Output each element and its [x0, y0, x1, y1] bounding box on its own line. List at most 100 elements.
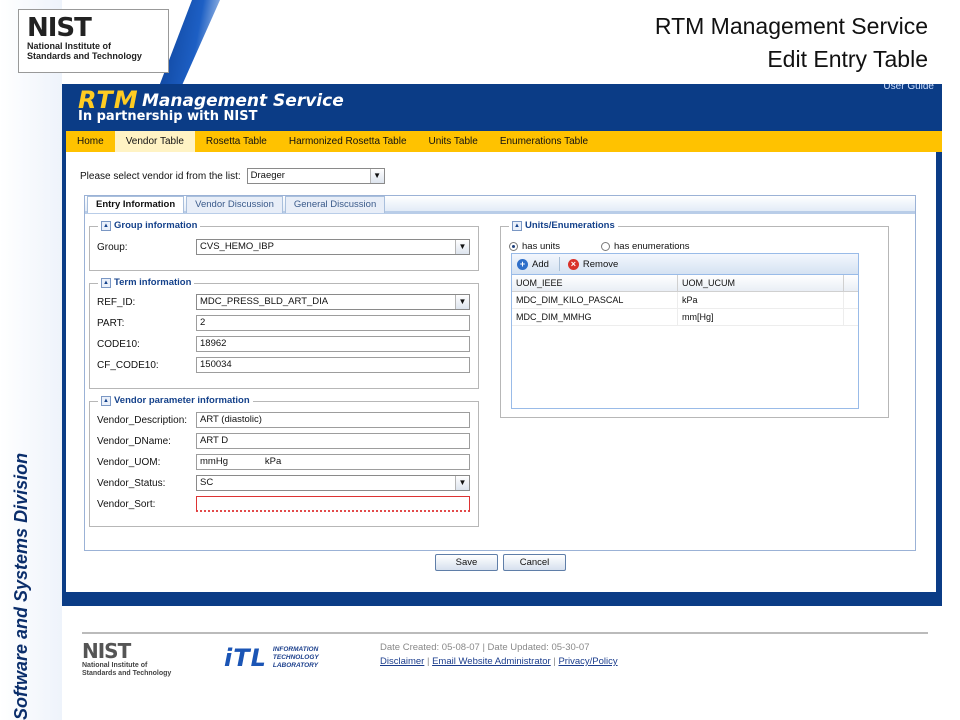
nav-rosetta-table[interactable]: Rosetta Table — [195, 131, 278, 152]
chevron-down-icon[interactable]: ▼ — [369, 169, 384, 183]
toolbar-divider — [558, 257, 560, 271]
vendor-status-value: SC — [200, 477, 214, 488]
nist-logo: NIST National Institute of Standards and… — [18, 9, 169, 73]
table-row[interactable]: MDC_DIM_KILO_PASCAL kPa — [512, 292, 858, 309]
term-info-fieldset: ▲ Term information REF_ID: MDC_PRESS_BLD… — [89, 277, 479, 389]
slide-title: RTM Management Service Edit Entry Table — [655, 10, 928, 76]
nav-harmonized-rosetta-table[interactable]: Harmonized Rosetta Table — [278, 131, 418, 152]
side-division-label: Software and Systems Division — [11, 452, 31, 720]
form-tabs: Entry Information Vendor Discussion Gene… — [85, 196, 915, 214]
remove-button-label: Remove — [582, 258, 619, 270]
vendor-description-input[interactable]: ART (diastolic) — [196, 412, 470, 428]
units-fieldset: ▲ Units/Enumerations has units has enume… — [500, 220, 889, 418]
radio-unselected-icon[interactable] — [601, 242, 610, 251]
vendor-select-row: Please select vendor id from the list: D… — [80, 168, 385, 184]
vendor-param-fieldset: ▲ Vendor parameter information Vendor_De… — [89, 395, 479, 527]
collapse-icon[interactable]: ▲ — [101, 220, 111, 231]
vendor-select-label: Please select vendor id from the list: — [80, 170, 241, 182]
ref-id-select[interactable]: MDC_PRESS_BLD_ART_DIA ▼ — [196, 294, 470, 310]
nav-enumerations-table[interactable]: Enumerations Table — [489, 131, 599, 152]
code10-label: CODE10: — [97, 339, 140, 350]
footer-links: Disclaimer | Email Website Administrator… — [380, 656, 618, 667]
units-legend: ▲ Units/Enumerations — [509, 220, 618, 231]
footer-nist-sub2: Standards and Technology — [82, 670, 172, 677]
part-input[interactable]: 2 — [196, 315, 470, 331]
vendor-description-label: Vendor_Description: — [97, 415, 188, 426]
cf-code10-label: CF_CODE10: — [97, 360, 159, 371]
column-header-uom-ieee[interactable]: UOM_IEEE — [512, 275, 678, 291]
slide-title-line1: RTM Management Service — [654, 13, 928, 39]
radio-selected-icon[interactable] — [509, 242, 518, 251]
group-select[interactable]: CVS_HEMO_IBP ▼ — [196, 239, 470, 255]
app-screenshot: RTM Management Service In partnership wi… — [62, 84, 942, 704]
chevron-down-icon[interactable]: ▼ — [455, 240, 469, 254]
nav-units-table[interactable]: Units Table — [418, 131, 489, 152]
tab-entry-information[interactable]: Entry Information — [87, 196, 185, 213]
app-footer: NIST National Institute of Standards and… — [62, 606, 942, 704]
radio-has-enumerations[interactable]: has enumerations — [601, 241, 690, 252]
vendor-dname-input[interactable]: ART D — [196, 433, 470, 449]
add-icon: + — [517, 258, 528, 270]
vendor-select[interactable]: Draeger ▼ — [246, 168, 385, 184]
main-nav: Home Vendor Table Rosetta Table Harmoniz… — [66, 131, 942, 152]
radio-has-units-label: has units — [522, 241, 561, 252]
disclaimer-link[interactable]: Disclaimer — [380, 656, 424, 667]
add-button-label: Add — [532, 258, 549, 270]
banner-management-service: Management Service — [142, 91, 344, 111]
units-grid-toolbar: + Add × Remove — [512, 254, 858, 275]
code10-input[interactable]: 18962 — [196, 336, 470, 352]
itl-text: INFORMATION TECHNOLOGY LABORATORY — [273, 646, 319, 670]
collapse-icon[interactable]: ▲ — [101, 395, 111, 406]
itl-line2: TECHNOLOGY — [272, 654, 319, 661]
remove-icon: × — [567, 258, 579, 270]
nist-logo-sub2: Standards and Technology — [27, 51, 142, 61]
nist-logo-sub1: National Institute of — [27, 41, 111, 51]
itl-line3: LABORATORY — [272, 662, 319, 669]
email-admin-link[interactable]: Email Website Administrator — [432, 656, 551, 667]
privacy-policy-link[interactable]: Privacy/Policy — [558, 656, 617, 667]
nav-vendor-table[interactable]: Vendor Table — [114, 131, 195, 152]
cell-uom-ucum: mm[Hg] — [678, 309, 844, 325]
table-row[interactable]: MDC_DIM_MMHG mm[Hg] — [512, 309, 858, 326]
user-guide-link[interactable]: User Guide — [883, 84, 934, 92]
footer-nist-word: NIST — [82, 639, 131, 663]
add-button[interactable]: + Add — [517, 258, 549, 270]
cancel-button[interactable]: Cancel — [503, 554, 566, 571]
nav-home[interactable]: Home — [66, 131, 115, 152]
part-label: PART: — [97, 318, 125, 329]
cell-uom-ieee: MDC_DIM_MMHG — [512, 309, 678, 325]
banner-partner: In partnership with NIST — [78, 109, 258, 124]
slide-title-line2: Edit Entry Table — [767, 46, 928, 72]
vendor-uom-label: Vendor_UOM: — [97, 457, 161, 468]
units-title: Units/Enumerations — [525, 220, 615, 231]
units-grid: + Add × Remove UOM_IEEE UOM_UCUM MDC_DIM… — [511, 253, 859, 409]
vendor-dname-label: Vendor_DName: — [97, 436, 171, 447]
itl-line1: INFORMATION — [272, 646, 319, 653]
vendor-param-legend: ▲ Vendor parameter information — [98, 395, 253, 406]
vendor-sort-input[interactable] — [196, 496, 470, 512]
tab-vendor-discussion[interactable]: Vendor Discussion — [186, 196, 283, 213]
cell-uom-ucum: kPa — [678, 292, 844, 308]
ref-id-value: MDC_PRESS_BLD_ART_DIA — [200, 296, 329, 307]
cf-code10-input[interactable]: 150034 — [196, 357, 470, 373]
link-separator: | — [426, 656, 430, 667]
collapse-icon[interactable]: ▲ — [101, 277, 111, 288]
vendor-select-value: Draeger — [250, 170, 285, 181]
vendor-status-select[interactable]: SC ▼ — [196, 475, 470, 491]
entry-form-frame: Entry Information Vendor Discussion Gene… — [84, 195, 916, 551]
radio-has-units[interactable]: has units — [509, 241, 560, 252]
group-info-title: Group information — [114, 220, 198, 231]
group-label: Group: — [97, 242, 128, 253]
tab-general-discussion[interactable]: General Discussion — [284, 196, 386, 213]
vendor-param-title: Vendor parameter information — [114, 395, 250, 406]
save-button[interactable]: Save — [435, 554, 498, 571]
itl-mark: iTL — [224, 644, 267, 672]
chevron-down-icon[interactable]: ▼ — [455, 295, 469, 309]
ref-id-label: REF_ID: — [97, 297, 136, 308]
vendor-uom-input[interactable]: mmHg kPa — [196, 454, 470, 470]
column-header-uom-ucum[interactable]: UOM_UCUM — [678, 275, 844, 291]
footer-nist-sub1: National Institute of — [82, 662, 148, 669]
collapse-icon[interactable]: ▲ — [512, 220, 522, 231]
remove-button[interactable]: × Remove — [567, 258, 619, 270]
chevron-down-icon[interactable]: ▼ — [455, 476, 469, 490]
